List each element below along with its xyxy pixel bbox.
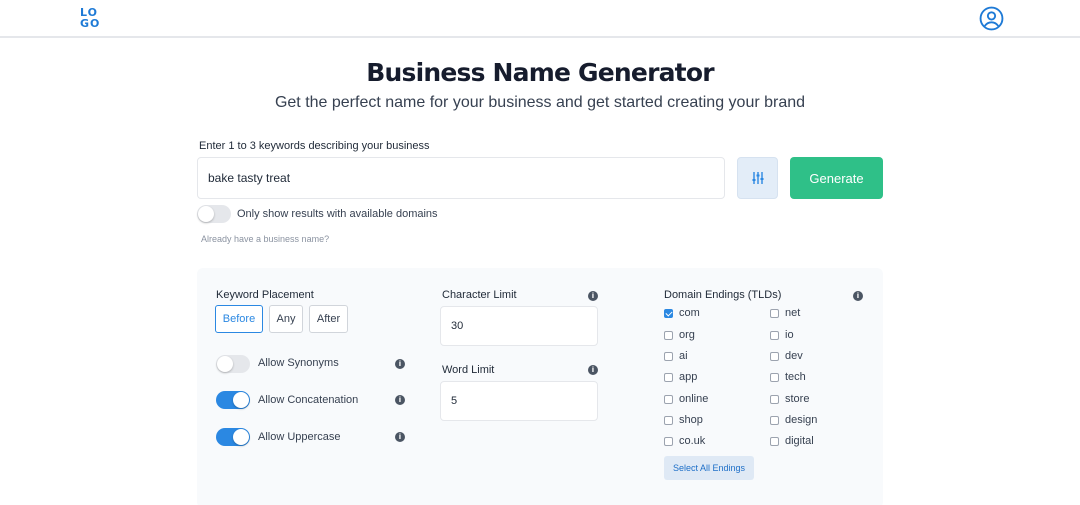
domain-endings-label: Domain Endings (TLDs) [664,289,782,301]
keywords-input[interactable] [197,157,725,199]
tld-label: online [679,393,709,405]
tld-label: net [785,307,801,319]
info-icon[interactable]: i [588,291,598,301]
tld-checkbox-net[interactable]: net [770,306,800,320]
select-all-endings-button[interactable]: Select All Endings [664,456,754,480]
already-have-name-link[interactable]: Already have a business name? [201,234,329,244]
checkbox-icon [664,436,673,446]
logo[interactable]: LO GO [80,7,102,29]
checkbox-icon [770,394,779,404]
checkbox-icon [664,372,673,382]
tld-checkbox-online[interactable]: online [664,392,708,406]
tld-label: shop [679,414,703,426]
allow-concatenation-toggle[interactable] [216,391,250,409]
allow-synonyms-label: Allow Synonyms [258,357,339,369]
tld-checkbox-tech[interactable]: tech [770,370,806,384]
checkbox-icon [664,394,673,404]
tld-label: ai [679,350,688,362]
tld-label: com [679,307,700,319]
tld-label: store [785,393,810,405]
character-limit-label: Character Limit [442,289,517,301]
checkbox-icon [664,415,673,425]
user-circle-icon[interactable] [979,6,1004,31]
tld-checkbox-app[interactable]: app [664,370,697,384]
tld-label: app [679,371,698,383]
tld-checkbox-io[interactable]: io [770,328,794,342]
keywords-label: Enter 1 to 3 keywords describing your bu… [199,140,430,152]
sliders-icon [752,172,763,184]
info-icon[interactable]: i [588,365,598,375]
tld-checkbox-co-uk[interactable]: co.uk [664,434,705,448]
allow-uppercase-label: Allow Uppercase [258,431,341,443]
checkbox-icon [770,330,779,340]
word-limit-label: Word Limit [442,364,495,376]
checkbox-icon [664,351,673,361]
placement-after-button[interactable]: After [309,305,348,333]
page-title: Business Name Generator [366,58,714,87]
tld-label: org [679,329,695,341]
allow-concatenation-label: Allow Concatenation [258,394,359,406]
tld-checkbox-store[interactable]: store [770,392,809,406]
tld-checkbox-digital[interactable]: digital [770,434,814,448]
tld-checkbox-com[interactable]: com [664,306,700,320]
info-icon[interactable]: i [853,291,863,301]
allow-uppercase-toggle[interactable] [216,428,250,446]
available-domains-toggle[interactable] [197,205,231,223]
checkbox-icon [770,351,779,361]
placement-before-button[interactable]: Before [215,305,263,333]
tld-checkbox-ai[interactable]: ai [664,349,688,363]
tld-label: io [785,329,794,341]
tld-label: tech [785,371,806,383]
allow-synonyms-toggle[interactable] [216,355,250,373]
checkbox-icon [770,372,779,382]
keyword-placement-label: Keyword Placement [216,289,314,301]
info-icon[interactable]: i [395,359,405,369]
tld-checkbox-design[interactable]: design [770,413,817,427]
checkbox-icon [770,436,779,446]
info-icon[interactable]: i [395,432,405,442]
tld-label: dev [785,350,803,362]
top-bar: LO GO [0,0,1080,38]
page-subtitle: Get the perfect name for your business a… [274,94,806,111]
tld-checkbox-org[interactable]: org [664,328,695,342]
checkbox-icon [664,308,673,318]
tld-label: design [785,414,818,426]
generate-button[interactable]: Generate [790,157,883,199]
tld-label: co.uk [679,435,706,447]
character-limit-input[interactable] [440,306,598,346]
placement-any-button[interactable]: Any [269,305,303,333]
info-icon[interactable]: i [395,395,405,405]
checkbox-icon [770,308,779,318]
word-limit-input[interactable] [440,381,598,421]
available-domains-label: Only show results with available domains [237,208,438,220]
filter-button[interactable] [737,157,778,199]
tld-checkbox-shop[interactable]: shop [664,413,703,427]
tld-checkbox-dev[interactable]: dev [770,349,803,363]
checkbox-icon [770,415,779,425]
logo-line-2: GO [80,17,101,30]
checkbox-icon [664,330,673,340]
tld-label: digital [785,435,814,447]
